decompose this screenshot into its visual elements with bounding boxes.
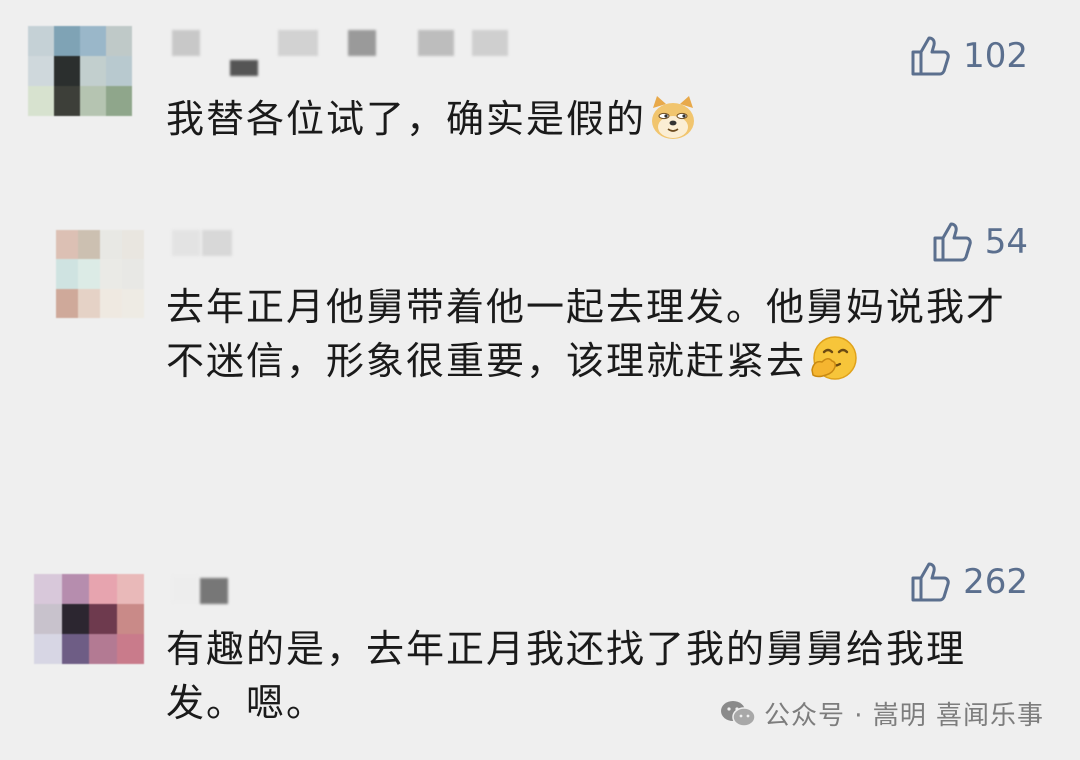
avatar-pixel bbox=[80, 56, 106, 86]
like-button[interactable]: 54 bbox=[931, 220, 1028, 264]
avatar-pixel bbox=[80, 86, 106, 116]
avatar-pixel bbox=[61, 604, 89, 634]
like-count: 102 bbox=[963, 36, 1028, 76]
avatar[interactable] bbox=[56, 230, 144, 318]
avatar-pixel bbox=[122, 288, 144, 318]
avatar-pixel bbox=[78, 259, 100, 289]
like-button[interactable]: 262 bbox=[909, 560, 1028, 604]
avatar-pixel bbox=[28, 26, 54, 56]
comment-text: 我替各位试了，确实是假的 bbox=[166, 92, 1026, 156]
avatar-pixel bbox=[89, 574, 117, 604]
comment-1: 102 我替各位试了，确实是假的 bbox=[0, 0, 1080, 190]
like-button[interactable]: 102 bbox=[909, 34, 1028, 78]
wechat-icon bbox=[720, 700, 756, 727]
thumbs-up-icon bbox=[911, 562, 950, 602]
avatar-pixel bbox=[56, 259, 78, 289]
comment-text: 去年正月他舅带着他一起去理发。他舅妈说我才不迷信，形象很重要，该理就赶紧去 bbox=[166, 280, 1026, 398]
comment-body: 我替各位试了，确实是假的 bbox=[166, 97, 647, 141]
like-count: 54 bbox=[984, 222, 1028, 262]
avatar-pixel bbox=[28, 56, 54, 86]
avatar-pixel bbox=[34, 604, 62, 634]
username-blurred[interactable] bbox=[172, 30, 532, 90]
comment-body: 去年正月他舅带着他一起去理发。他舅妈说我才不迷信，形象很重要，该理就赶紧去 bbox=[166, 285, 1007, 383]
avatar-pixel bbox=[80, 26, 106, 56]
avatar-pixel bbox=[100, 230, 122, 260]
avatar-pixel bbox=[28, 86, 54, 116]
avatar[interactable] bbox=[28, 26, 132, 116]
like-count: 262 bbox=[963, 562, 1028, 602]
wechat-watermark: 公众号 · 嵩明 喜闻乐事 bbox=[720, 695, 1044, 732]
avatar-pixel bbox=[106, 86, 132, 116]
avatar-pixel bbox=[78, 288, 100, 318]
watermark-text: 公众号 · 嵩明 喜闻乐事 bbox=[763, 701, 1044, 731]
thumbs-up-icon bbox=[911, 36, 950, 76]
avatar-pixel bbox=[116, 634, 144, 664]
avatar-pixel bbox=[56, 288, 78, 318]
comment-2: 54 去年正月他舅带着他一起去理发。他舅妈说我才不迷信，形象很重要，该理就赶紧去 bbox=[0, 200, 1080, 530]
avatar-pixel bbox=[89, 634, 117, 664]
avatar[interactable] bbox=[34, 574, 144, 664]
avatar-pixel bbox=[89, 604, 117, 634]
avatar-pixel bbox=[61, 574, 89, 604]
avatar-pixel bbox=[54, 26, 80, 56]
avatar-pixel bbox=[78, 230, 100, 260]
avatar-pixel bbox=[122, 230, 144, 260]
avatar-pixel bbox=[116, 574, 144, 604]
avatar-pixel bbox=[34, 574, 62, 604]
avatar-pixel bbox=[116, 604, 144, 634]
avatar-pixel bbox=[56, 230, 78, 260]
avatar-pixel bbox=[106, 56, 132, 86]
avatar-pixel bbox=[34, 634, 62, 664]
doge-emoji-icon bbox=[648, 94, 698, 156]
avatar-pixel bbox=[122, 259, 144, 289]
avatar-pixel bbox=[100, 259, 122, 289]
avatar-pixel bbox=[54, 56, 80, 86]
avatar-pixel bbox=[100, 288, 122, 318]
avatar-pixel bbox=[106, 26, 132, 56]
avatar-pixel bbox=[61, 634, 89, 664]
avatar-pixel bbox=[54, 86, 80, 116]
hehe-emoji-icon bbox=[808, 334, 860, 398]
thumbs-up-icon bbox=[933, 222, 972, 262]
